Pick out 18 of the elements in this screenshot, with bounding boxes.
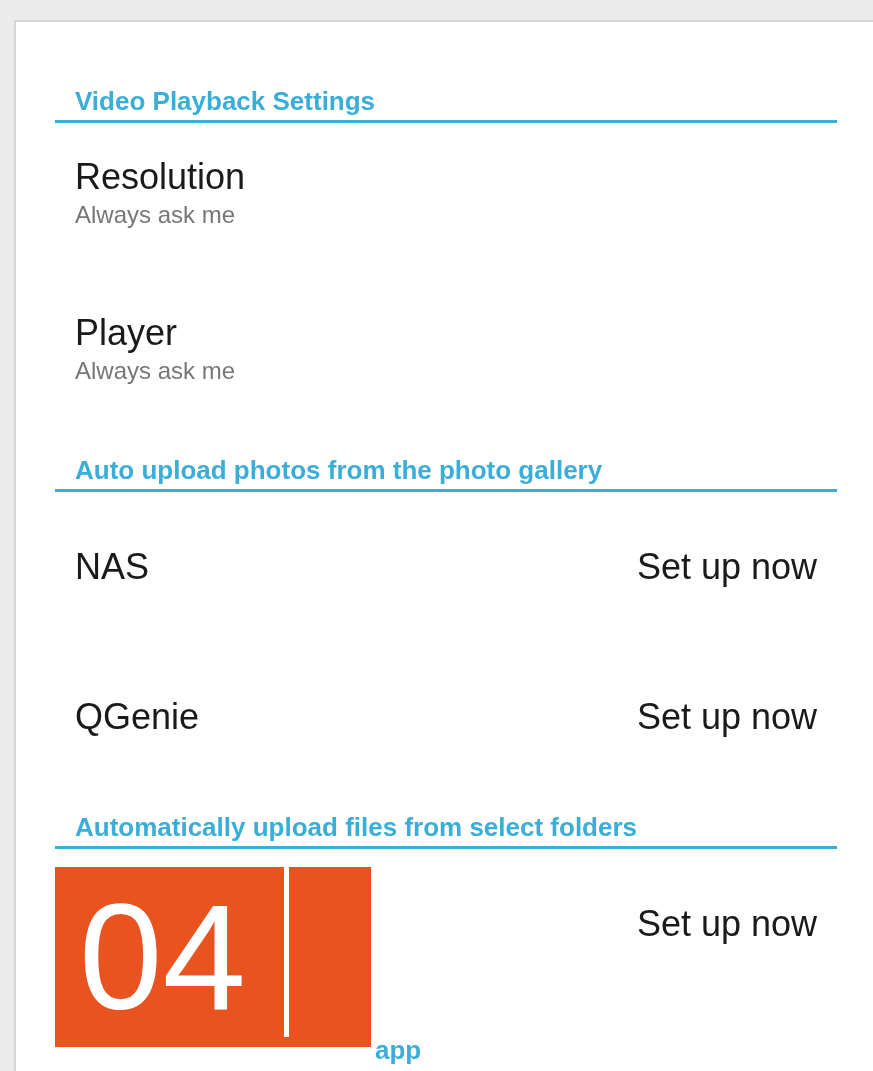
item-subtitle: Always ask me [75, 200, 237, 230]
item-subtitle: Always ask me [75, 356, 237, 386]
item-title: NAS [75, 545, 150, 589]
settings-item[interactable]: NAS Set up now [55, 492, 837, 642]
settings-item[interactable]: Resolution Always ask me [55, 123, 837, 279]
item-title: Resolution [75, 155, 247, 199]
section-header: Auto upload photos from the photo gallery [75, 455, 603, 485]
item-value: Set up now [636, 695, 817, 739]
section-header: Video Playback Settings [75, 86, 376, 116]
settings-value[interactable]: Set up now [636, 902, 817, 946]
item-value: Set up now [636, 545, 817, 589]
item-title: QGenie [75, 695, 200, 739]
section-header: app [375, 1035, 422, 1065]
settings-item[interactable]: QGenie Set up now [55, 642, 837, 792]
item-title: Player [75, 311, 179, 355]
step-number: 04 [79, 882, 246, 1032]
section-header: Automatically upload files from select folders [75, 812, 638, 842]
settings-item[interactable]: Player Always ask me [55, 279, 837, 435]
